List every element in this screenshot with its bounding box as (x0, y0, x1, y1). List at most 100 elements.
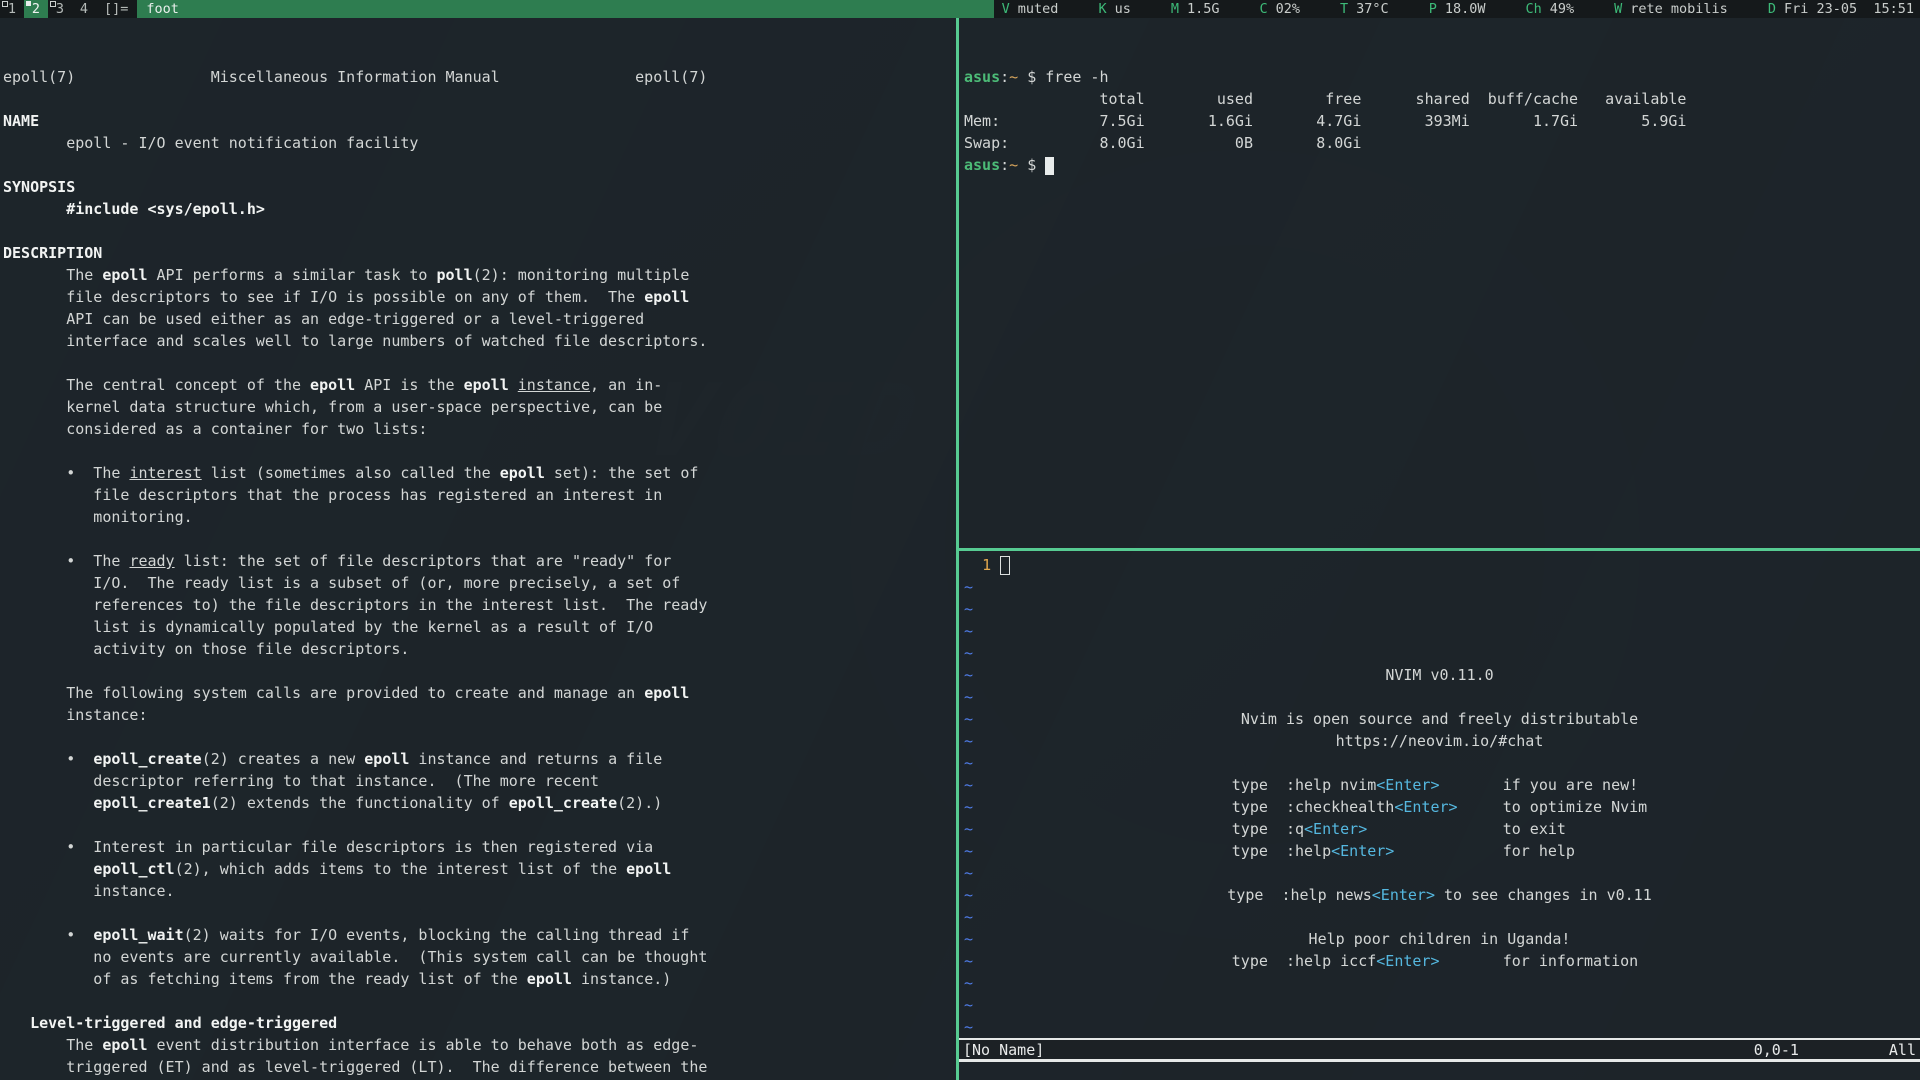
nvim-ruler: 0,0-1 (1754, 1039, 1799, 1061)
man-line: triggered (ET) and as level-triggered (L… (3, 1056, 956, 1078)
man-line: considered as a container for two lists: (3, 418, 956, 440)
man-line: instance: (3, 704, 956, 726)
status-value: 37°C (1356, 1, 1389, 17)
focused-window-title: foot (137, 0, 994, 18)
status-key: K (1098, 1, 1106, 17)
status-key: T (1340, 1, 1348, 17)
shell-prompt-line: asus:~ $ (964, 154, 1920, 176)
status-value: us (1115, 1, 1131, 17)
nvim-row: ~type :q<Enter> to exit (959, 818, 1920, 840)
nvim-intro-line: type :help news<Enter> to see changes in… (959, 884, 1920, 906)
man-line: epoll - I/O event notification facility (3, 132, 956, 154)
prompt-user: asus (964, 68, 1000, 86)
man-line: SYNOPSIS (3, 176, 956, 198)
empty-line-tilde: ~ (964, 578, 973, 596)
nvim-cmdline (959, 1062, 1920, 1080)
empty-line-tilde: ~ (964, 600, 973, 618)
nvim-row: ~ (959, 686, 1920, 708)
man-line: epoll(7) Miscellaneous Information Manua… (3, 66, 956, 88)
workspace-tag-2[interactable]: 2 (24, 0, 48, 18)
workspace-tag-4[interactable]: 4 (72, 0, 96, 18)
nvim-scroll-position: All (1889, 1039, 1916, 1061)
man-line: no events are currently available. (This… (3, 946, 956, 968)
status-value: muted (1018, 1, 1059, 17)
man-line: • The interest list (sometimes also call… (3, 462, 956, 484)
man-line: • epoll_wait(2) waits for I/O events, bl… (3, 924, 956, 946)
status-key: M (1171, 1, 1179, 17)
man-line: instance. (3, 880, 956, 902)
man-pager-pane[interactable]: epoll(7) Miscellaneous Information Manua… (0, 18, 956, 1080)
nvim-row: ~Nvim is open source and freely distribu… (959, 708, 1920, 730)
command-output-line: Mem: 7.5Gi 1.6Gi 4.7Gi 393Mi 1.7Gi 5.9Gi (964, 110, 1920, 132)
prompt-path: ~ (1009, 68, 1018, 86)
man-line: interface and scales well to large numbe… (3, 330, 956, 352)
man-line: file descriptors that the process has re… (3, 484, 956, 506)
status-value: 49% (1550, 1, 1574, 17)
man-line (3, 814, 956, 836)
empty-line-tilde: ~ (964, 908, 973, 926)
status-battery-charge: Ch49% (1525, 0, 1574, 18)
nvim-row: ~type :help nvim<Enter> if you are new! (959, 774, 1920, 796)
nvim-row: ~ (959, 862, 1920, 884)
status-key: W (1614, 1, 1622, 17)
status-bar: 1234 []= foot VmutedKusM1.5GC02%T37°CP18… (0, 0, 1920, 18)
nvim-intro-line: type :help iccf<Enter> for information (959, 950, 1920, 972)
man-line: DESCRIPTION (3, 242, 956, 264)
man-line: Level-triggered and edge-triggered (3, 1012, 956, 1034)
nvim-row: ~NVIM v0.11.0 (959, 664, 1920, 686)
nvim-statusline: [No Name] 0,0-1 All (959, 1038, 1920, 1062)
man-line: kernel data structure which, from a user… (3, 396, 956, 418)
status-key: V (1002, 1, 1010, 17)
man-line: • The ready list: the set of file descri… (3, 550, 956, 572)
nvim-row: ~ (959, 906, 1920, 928)
tag-label: 2 (32, 1, 40, 17)
status-keyboard-layout: Kus (1098, 0, 1130, 18)
empty-line-tilde: ~ (964, 864, 973, 882)
status-cpu: C 02% (1260, 0, 1301, 18)
status-value: 02% (1276, 1, 1300, 17)
terminal-pane[interactable]: asus:~ $ free -h total used free shared … (959, 18, 1920, 548)
workspace-tag-3[interactable]: 3 (48, 0, 72, 18)
man-line: The epoll event distribution interface i… (3, 1034, 956, 1056)
desktop: VOID 1234 []= foot VmutedKusM1.5GC02%T37… (0, 0, 1920, 1080)
tag-label: 4 (80, 1, 88, 17)
man-line: The central concept of the epoll API is … (3, 374, 956, 396)
nvim-buffer: 1 ~~~~~NVIM v0.11.0~~Nvim is open source… (959, 551, 1920, 1038)
nvim-row: ~ (959, 1016, 1920, 1038)
nvim-row: ~ (959, 642, 1920, 664)
nvim-row: ~type :help<Enter> for help (959, 840, 1920, 862)
man-content: epoll(7) Miscellaneous Information Manua… (0, 62, 956, 1080)
terminal-cursor (1045, 157, 1054, 175)
tag-label: 1 (8, 1, 16, 17)
man-line (3, 726, 956, 748)
nvim-row: ~Help poor children in Uganda! (959, 928, 1920, 950)
status-key: C (1260, 1, 1268, 17)
man-line: activity on those file descriptors. (3, 638, 956, 660)
nvim-buffer-name: [No Name] (963, 1039, 1044, 1061)
empty-line-tilde: ~ (964, 644, 973, 662)
status-memory: M1.5G (1171, 0, 1220, 18)
status-wifi-network: Wrete mobilis (1614, 0, 1728, 18)
status-key: P (1429, 1, 1437, 17)
tag-indicator (26, 1, 31, 6)
nvim-row: ~type :help news<Enter> to see changes i… (959, 884, 1920, 906)
status-area: VmutedKusM1.5GC02%T37°CP18.0WCh49%Wrete … (1002, 0, 1920, 18)
line-number: 1 (982, 556, 991, 574)
nvim-row: ~https://neovim.io/#chat (959, 730, 1920, 752)
status-volume: Vmuted (1002, 0, 1059, 18)
man-line: monitoring. (3, 506, 956, 528)
man-line: epoll_create1(2) extends the functionali… (3, 792, 956, 814)
man-line: I/O. The ready list is a subset of (or, … (3, 572, 956, 594)
tag-indicator (2, 1, 8, 7)
nvim-intro-line: Nvim is open source and freely distribut… (959, 708, 1920, 730)
typed-command: free -h (1045, 68, 1108, 86)
empty-line-tilde: ~ (964, 754, 973, 772)
workspace-tag-1[interactable]: 1 (0, 0, 24, 18)
layout-symbol[interactable]: []= (104, 0, 128, 18)
empty-line-tilde: ~ (964, 996, 973, 1014)
status-date-time: DFri 23-05 15:51 (1768, 0, 1914, 18)
nvim-intro-line: type :help<Enter> for help (959, 840, 1920, 862)
nvim-pane[interactable]: 1 ~~~~~NVIM v0.11.0~~Nvim is open source… (959, 551, 1920, 1080)
empty-line-tilde: ~ (964, 688, 973, 706)
nvim-row: ~ (959, 752, 1920, 774)
